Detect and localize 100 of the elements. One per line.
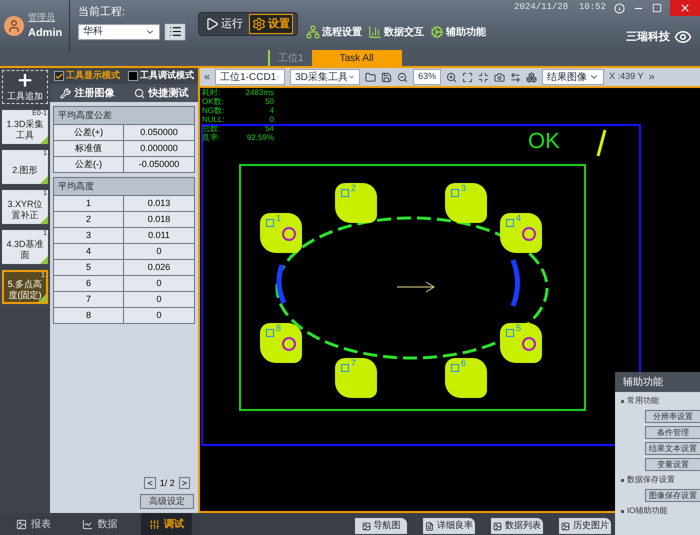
list-button[interactable] bbox=[164, 22, 186, 40]
stat-label: NULL: bbox=[202, 115, 225, 124]
action-button[interactable]: 快捷测试 bbox=[134, 86, 188, 100]
play-icon bbox=[205, 17, 219, 31]
prev-page-button[interactable]: < bbox=[144, 477, 156, 490]
maximize-icon[interactable] bbox=[652, 3, 662, 13]
point-label: 6 bbox=[461, 358, 466, 368]
view-tab[interactable]: 详细良率 bbox=[423, 518, 475, 534]
stat-label: 耗时: bbox=[202, 88, 220, 97]
collapse-left-button[interactable]: « bbox=[204, 68, 210, 86]
bottom-tab[interactable]: 数据 bbox=[74, 513, 126, 535]
square-marker bbox=[341, 189, 349, 197]
picture-icon bbox=[362, 522, 370, 530]
table-cell-text: 0.018 bbox=[146, 212, 172, 226]
aux-button[interactable]: 图像保存设置 bbox=[645, 489, 700, 502]
table-cell: 公差(-) bbox=[54, 157, 124, 172]
project-select[interactable]: 华科 bbox=[78, 24, 160, 40]
stat-value: 50 bbox=[265, 97, 274, 106]
info-icon[interactable] bbox=[614, 2, 625, 14]
table-cell-text: 0.000000 bbox=[139, 142, 179, 155]
point-label: 1 bbox=[276, 213, 282, 223]
fit-icon[interactable] bbox=[462, 72, 474, 82]
section-title: 常用功能 bbox=[627, 395, 659, 407]
user-name: Admin bbox=[28, 26, 62, 40]
nav-button[interactable]: 辅助功能 bbox=[430, 24, 486, 40]
direction-arrow bbox=[396, 282, 435, 292]
close-button[interactable] bbox=[670, 0, 700, 16]
picture-icon bbox=[561, 522, 570, 530]
camera-icon[interactable] bbox=[494, 72, 506, 82]
user-role[interactable]: 管理员 bbox=[28, 11, 62, 24]
line-chart-icon bbox=[82, 518, 94, 530]
next-page-button[interactable]: > bbox=[178, 477, 190, 490]
table-cell-text: 0 bbox=[155, 276, 162, 290]
logo-text: 三瑞科技 bbox=[626, 30, 670, 45]
coordinate-readout: X :439 Y bbox=[609, 70, 644, 84]
square-marker bbox=[451, 189, 459, 197]
nav-button[interactable]: 流程设置 bbox=[306, 24, 362, 40]
mode-button[interactable]: 运行 bbox=[203, 14, 245, 34]
task-tab[interactable]: Task All bbox=[312, 50, 402, 66]
bottom-tab[interactable]: 报表 bbox=[8, 513, 59, 535]
bottom-tab[interactable]: 调试 bbox=[141, 513, 192, 535]
table-cell-text: 0.050000 bbox=[139, 126, 179, 139]
zoom-out-icon[interactable] bbox=[397, 72, 408, 82]
document-icon bbox=[425, 522, 434, 530]
table-cell-text: 0 bbox=[155, 244, 162, 258]
mode-button[interactable]: 设置 bbox=[249, 14, 293, 34]
save-icon[interactable] bbox=[381, 72, 392, 82]
right-edge-arc bbox=[510, 259, 520, 307]
swap-icon[interactable] bbox=[510, 72, 522, 82]
section-title: 数据保存设置 bbox=[627, 474, 675, 486]
mode-checkbox[interactable] bbox=[54, 71, 64, 81]
table-title: 平均高度 bbox=[54, 178, 194, 195]
collapse-right-button[interactable]: » bbox=[648, 68, 655, 86]
aux-button[interactable]: 结果文本设置 bbox=[645, 442, 700, 455]
gear-icon bbox=[252, 17, 266, 31]
list-icon bbox=[168, 25, 182, 38]
stat-label: 良率: bbox=[202, 133, 220, 142]
datetime: 2024/11/28 10:52 bbox=[514, 1, 606, 14]
add-tool-button[interactable]: 工具追加 bbox=[2, 70, 48, 104]
avatar-icon bbox=[4, 16, 24, 36]
cubes-icon[interactable] bbox=[526, 72, 538, 82]
tool-select[interactable]: 3D采集工具 bbox=[290, 69, 360, 85]
mode-checkbox[interactable] bbox=[128, 71, 138, 81]
stat-value: 2483ms bbox=[246, 88, 274, 97]
stat-value: 4 bbox=[270, 106, 274, 115]
mode-label: 工具调试模式 bbox=[140, 69, 194, 82]
view-tab[interactable]: 历史图片 bbox=[559, 518, 611, 534]
view-select[interactable]: 结果图像 bbox=[542, 69, 604, 85]
close-icon bbox=[679, 2, 691, 14]
aux-button[interactable]: 条件管理 bbox=[645, 426, 700, 439]
stat-label: NG数: bbox=[202, 106, 224, 115]
bar-chart-icon bbox=[368, 25, 382, 39]
speck bbox=[596, 130, 606, 156]
view-tab[interactable]: 数据列表 bbox=[491, 518, 543, 534]
eye-logo-icon bbox=[674, 28, 692, 46]
wrench-icon bbox=[60, 88, 70, 98]
square-marker bbox=[451, 364, 459, 372]
action-button[interactable]: 注册图像 bbox=[60, 86, 114, 100]
camera-select[interactable]: 工位1-CCD1 bbox=[215, 69, 286, 85]
section-title: IO辅助功能 bbox=[627, 505, 668, 517]
table-cell: 8 bbox=[54, 308, 124, 323]
shrink-icon[interactable] bbox=[478, 72, 490, 82]
folder-icon[interactable] bbox=[365, 72, 376, 82]
view-tab[interactable]: 导航图 bbox=[355, 518, 407, 534]
table-cell-text: 0.013 bbox=[146, 196, 172, 210]
stat-value: 0 bbox=[270, 115, 274, 124]
zoom-field[interactable]: 63% bbox=[413, 69, 442, 85]
sliders-icon bbox=[149, 518, 160, 530]
square-marker bbox=[266, 219, 274, 227]
advanced-settings-button[interactable]: 高级设定 bbox=[140, 494, 194, 509]
search-icon bbox=[134, 88, 144, 98]
square-marker bbox=[506, 329, 514, 337]
aux-button[interactable]: 变量设置 bbox=[645, 458, 700, 471]
square-marker bbox=[506, 219, 514, 227]
project-label: 当前工程: bbox=[78, 5, 126, 20]
point-label: 5 bbox=[516, 323, 522, 333]
nav-button[interactable]: 数据交互 bbox=[368, 24, 424, 40]
page-indicator: 1/ 2 bbox=[160, 476, 175, 490]
aux-button[interactable]: 分辨率设置 bbox=[645, 410, 700, 423]
zoom-in-icon[interactable] bbox=[446, 72, 458, 82]
